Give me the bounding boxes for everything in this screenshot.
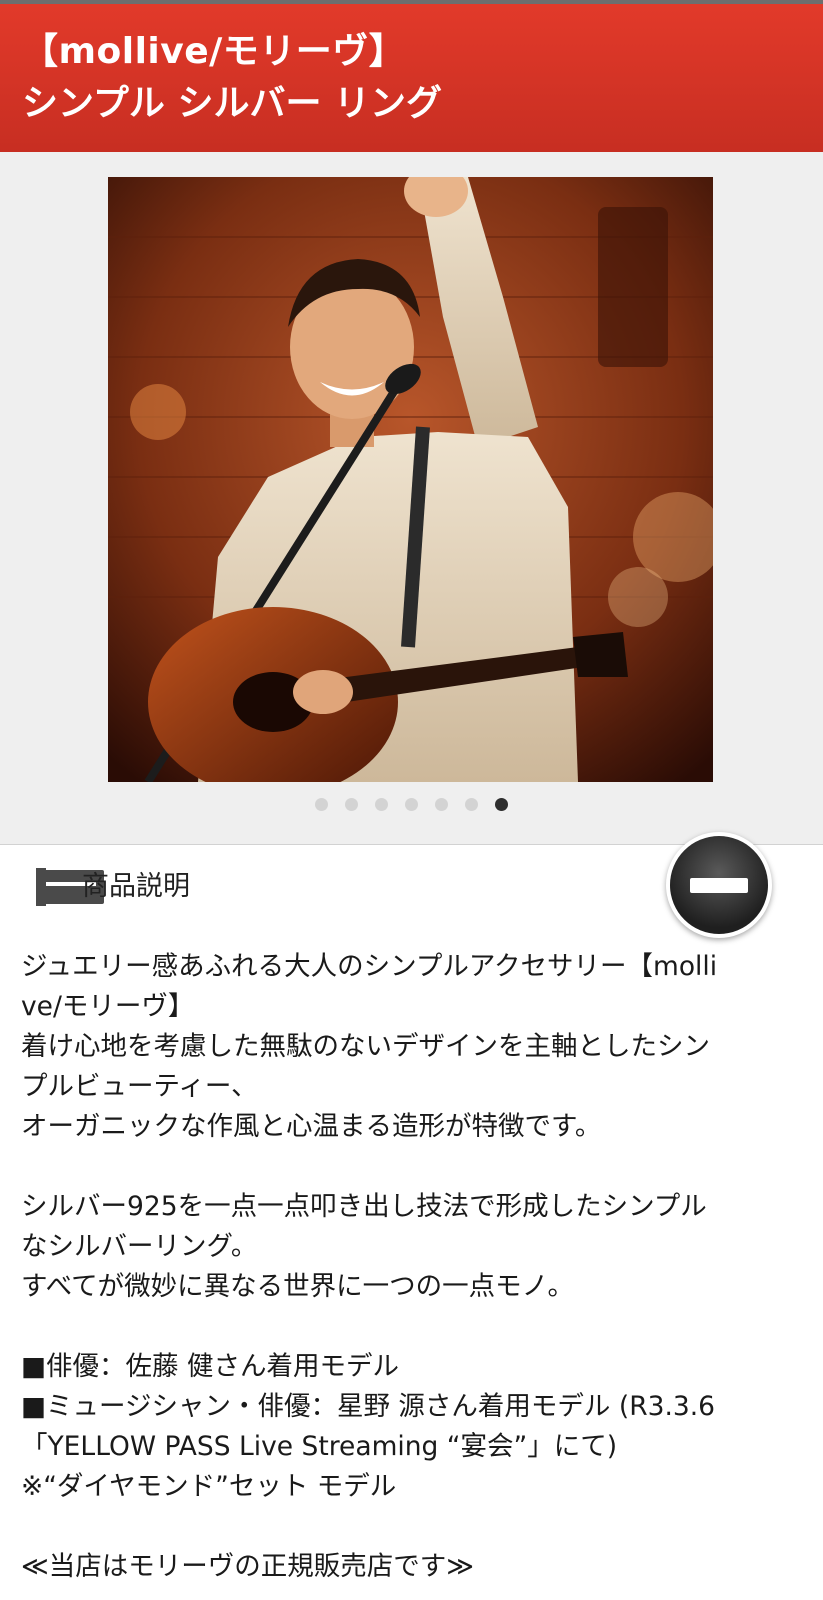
description-line: オーガニックな作風と心温まる造形が特徴です。	[21, 1111, 602, 1142]
product-title-line2: シンプル シルバー リング	[22, 83, 442, 124]
description-line: 「YELLOW PASS Live Streaming “宴会”」にて)	[21, 1431, 618, 1462]
slide-dot[interactable]	[345, 798, 358, 811]
description-line: ve/モリーヴ】	[21, 991, 195, 1022]
description-line: プルビューティー、	[21, 1071, 258, 1102]
minus-icon	[690, 878, 748, 893]
slide-dot[interactable]	[435, 798, 448, 811]
slide-indicator	[0, 798, 823, 814]
slide-dot[interactable]	[375, 798, 388, 811]
slide-dot[interactable]	[465, 798, 478, 811]
product-title-line1: 【mollive/モリーヴ】	[22, 31, 406, 72]
photo-illustration	[108, 177, 713, 782]
description-line: 着け心地を考慮した無駄のないデザインを主軸としたシン	[21, 1031, 710, 1062]
description-line: ※“ダイヤモンド”セット モデル	[21, 1471, 397, 1502]
image-gallery[interactable]	[0, 152, 823, 845]
description-line: なシルバーリング。	[21, 1231, 258, 1262]
collapse-button[interactable]	[670, 836, 768, 934]
description-section-label: 商品説明	[82, 871, 190, 902]
product-photo[interactable]	[108, 177, 713, 782]
page-header: 【mollive/モリーヴ】 シンプル シルバー リング	[0, 0, 823, 152]
product-description: ジュエリー感あふれる大人のシンプルアクセサリー【molli ve/モリーヴ】 着…	[21, 947, 803, 1587]
description-line: ≪当店はモリーヴの正規販売店です≫	[21, 1551, 474, 1582]
description-line: ジュエリー感あふれる大人のシンプルアクセサリー【molli	[21, 951, 718, 982]
slide-dot[interactable]	[315, 798, 328, 811]
description-line: すべてが微妙に異なる世界に一つの一点モノ。	[21, 1271, 575, 1302]
slide-dot-active[interactable]	[495, 798, 508, 811]
description-line: ■俳優：佐藤 健さん着用モデル	[21, 1351, 399, 1382]
slide-dot[interactable]	[405, 798, 418, 811]
description-line: ■ミュージシャン・俳優：星野 源さん着用モデル (R3.3.6	[21, 1391, 716, 1422]
description-line: シルバー925を一点一点叩き出し技法で形成したシンプル	[21, 1191, 707, 1222]
